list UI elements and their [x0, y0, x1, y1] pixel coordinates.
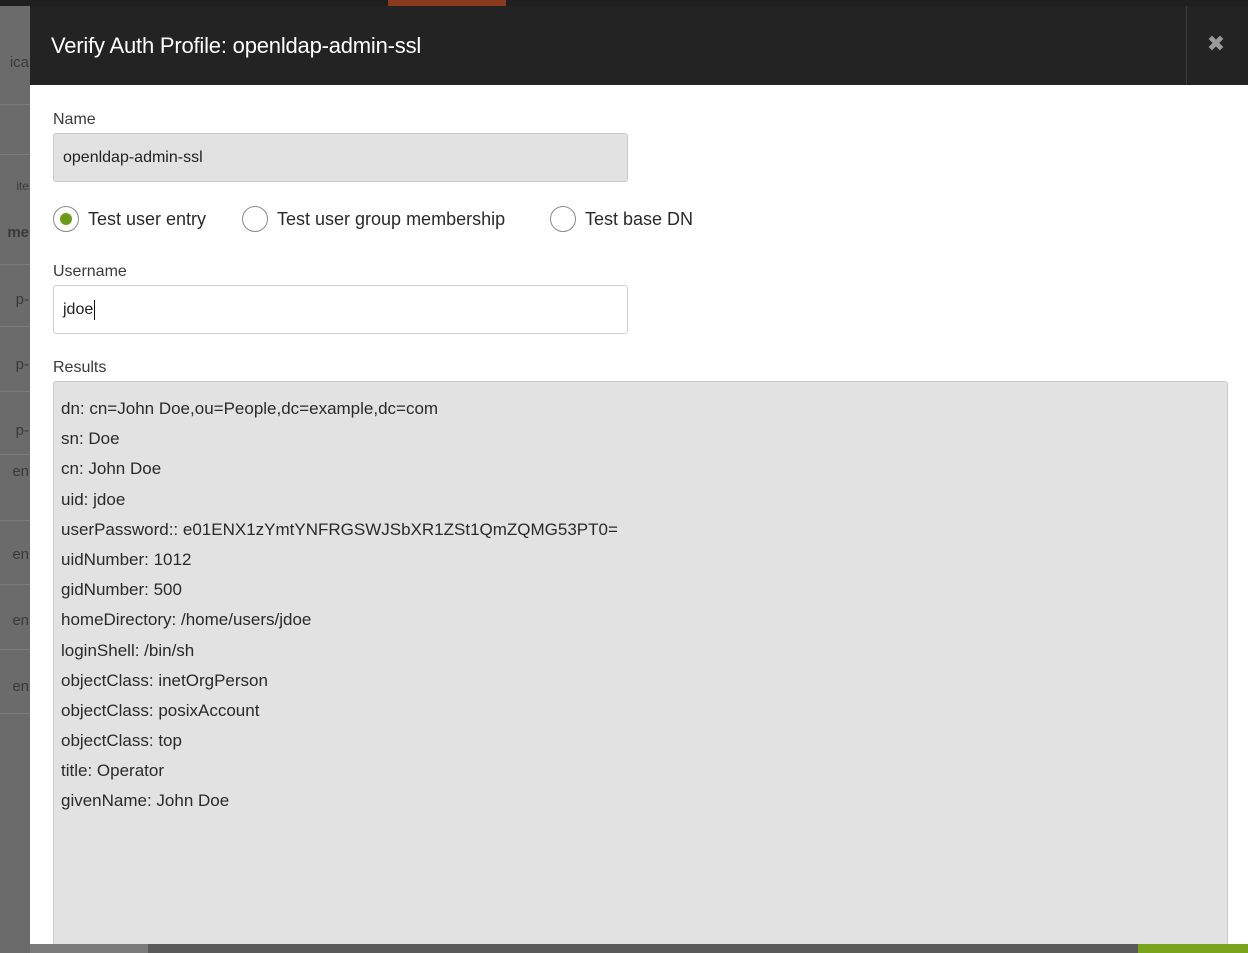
results-label: Results [53, 359, 107, 376]
result-line: objectClass: posixAccount [61, 700, 260, 720]
background-text-fragment: en [12, 546, 29, 563]
background-text-fragment: ite [16, 179, 29, 193]
radio-label: Test user group membership [277, 208, 506, 229]
background-text-fragment: en [12, 678, 29, 695]
background-text-fragment: en [12, 612, 29, 629]
name-label: Name [53, 111, 96, 128]
radio-label: Test base DN [585, 208, 694, 229]
radio-test-user-group-membership[interactable]: Test user group membership [242, 204, 505, 234]
radio-button[interactable] [242, 206, 268, 232]
result-line: gidNumber: 500 [61, 580, 182, 600]
result-line: title: Operator [61, 761, 164, 781]
dialog-header: Verify Auth Profile: openldap-admin-ssl … [30, 6, 1248, 85]
background-text-fragment: me [7, 224, 29, 241]
username-label: Username [53, 263, 127, 280]
header-divider [1186, 6, 1187, 85]
name-field: openldap-admin-ssl [53, 133, 628, 182]
radio-test-base-dn[interactable]: Test base DN [550, 204, 693, 234]
result-line: givenName: John Doe [61, 791, 230, 811]
radio-label: Test user entry [88, 208, 207, 229]
username-input[interactable]: jdoe [53, 285, 628, 334]
background-text-fragment: p- [15, 422, 29, 439]
dialog-title: Verify Auth Profile: openldap-admin-ssl [51, 33, 422, 58]
background-text-fragment: ica [9, 54, 29, 71]
result-line: uid: jdoe [61, 489, 126, 509]
result-line: cn: John Doe [61, 459, 162, 479]
background-page-strip: ica ite me p- p- p- en en en en [0, 6, 30, 953]
background-footer-button [1138, 944, 1248, 953]
result-line: uidNumber: 1012 [61, 549, 192, 569]
result-line: userPassword:: e01ENX1zYmtYNFRGSWJSbXR1Z… [61, 519, 618, 539]
background-text-fragment: p- [15, 356, 29, 373]
background-footer-left [30, 944, 148, 953]
radio-test-user-entry[interactable]: Test user entry [53, 204, 206, 234]
username-value: jdoe [63, 301, 94, 318]
result-line: loginShell: /bin/sh [61, 640, 195, 660]
result-line: objectClass: inetOrgPerson [61, 670, 268, 690]
result-line: objectClass: top [61, 731, 182, 751]
verify-auth-profile-dialog: Verify Auth Profile: openldap-admin-ssl … [30, 6, 1248, 944]
radio-button-checked[interactable] [53, 206, 79, 232]
name-value: openldap-admin-ssl [63, 149, 203, 166]
radio-button[interactable] [550, 206, 576, 232]
text-cursor [94, 299, 96, 320]
background-text-fragment: en [12, 463, 29, 480]
close-icon[interactable]: ✖ [1206, 33, 1226, 55]
result-line: dn: cn=John Doe,ou=People,dc=example,dc=… [61, 399, 439, 418]
result-line: homeDirectory: /home/users/jdoe [61, 610, 312, 630]
background-text-fragment: p- [15, 291, 29, 308]
results-textarea[interactable]: dn: cn=John Doe,ou=People,dc=example,dc=… [53, 381, 1228, 944]
result-line: sn: Doe [61, 429, 120, 449]
